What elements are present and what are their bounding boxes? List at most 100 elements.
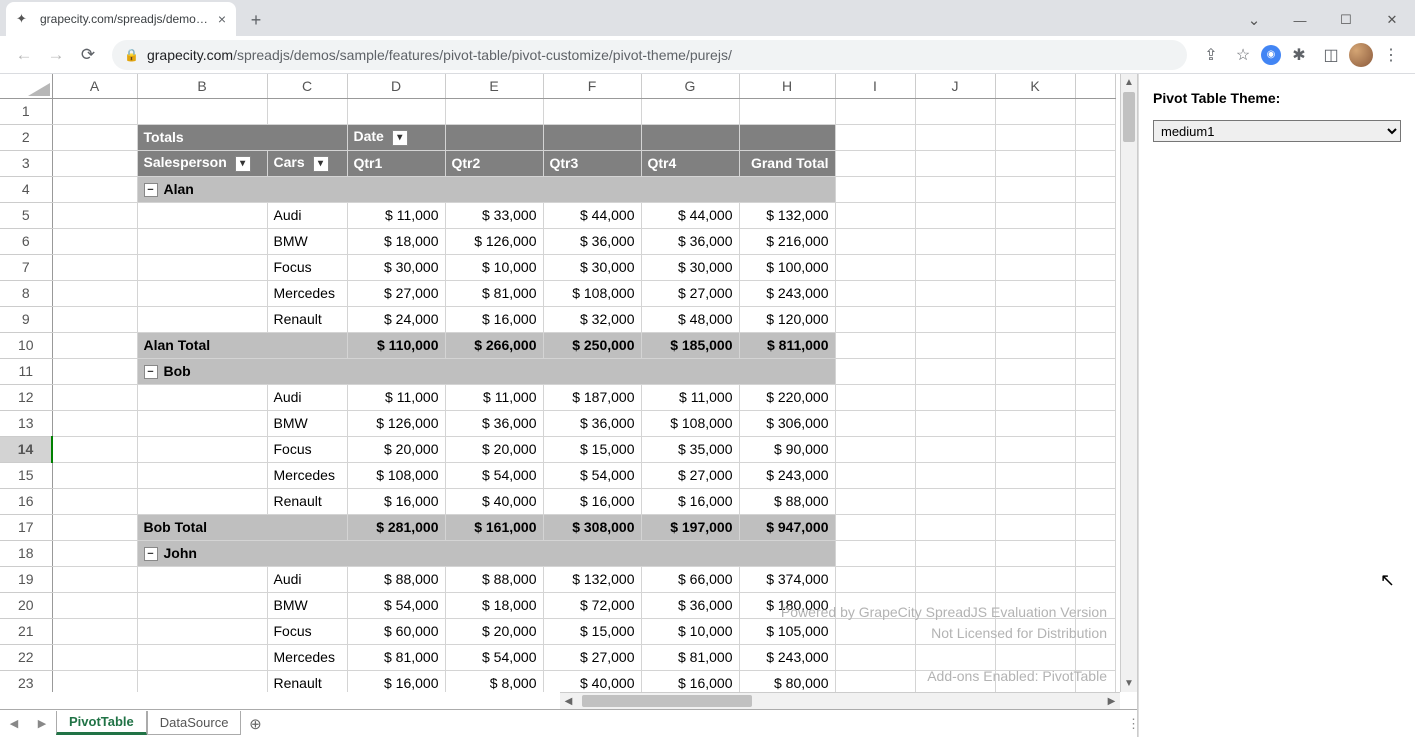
row-header-19[interactable]: 19 (0, 566, 52, 592)
cell-r19-c2[interactable] (137, 566, 267, 592)
col-header-K[interactable]: K (995, 74, 1075, 98)
cell-r9-c5[interactable]: $ 16,000 (445, 306, 543, 332)
cell-r8-c6[interactable]: $ 108,000 (543, 280, 641, 306)
cell-r6-c4[interactable]: $ 18,000 (347, 228, 445, 254)
cell-r15-c10[interactable] (915, 462, 995, 488)
cell-r12-c5[interactable]: $ 11,000 (445, 384, 543, 410)
cell-r8-c5[interactable]: $ 81,000 (445, 280, 543, 306)
cell-r8-c11[interactable] (995, 280, 1075, 306)
cell-r23-c9[interactable] (835, 670, 915, 692)
cell-r6-c12[interactable] (1075, 228, 1115, 254)
scroll-right-icon[interactable]: ▶ (1103, 693, 1120, 709)
cell-r9-c2[interactable] (137, 306, 267, 332)
cell-r2-c6[interactable] (543, 124, 641, 150)
cell-r4-c10[interactable] (915, 176, 995, 202)
cell-r15-c8[interactable]: $ 243,000 (739, 462, 835, 488)
cell-r5-c10[interactable] (915, 202, 995, 228)
scroll-thumb-h[interactable] (582, 695, 752, 707)
cell-r18-c1[interactable] (52, 540, 137, 566)
row-header-2[interactable]: 2 (0, 124, 52, 150)
cell-r13-c11[interactable] (995, 410, 1075, 436)
cell-r4-c2[interactable]: −Alan (137, 176, 835, 202)
cell-r5-c2[interactable] (137, 202, 267, 228)
row-header-17[interactable]: 17 (0, 514, 52, 540)
close-tab-icon[interactable]: × (218, 11, 226, 27)
cell-r7-c6[interactable]: $ 30,000 (543, 254, 641, 280)
row-header-4[interactable]: 4 (0, 176, 52, 202)
cell-r21-c7[interactable]: $ 10,000 (641, 618, 739, 644)
row-header-22[interactable]: 22 (0, 644, 52, 670)
chevron-down-icon[interactable]: ⌄ (1231, 4, 1277, 36)
col-header-A[interactable]: A (52, 74, 137, 98)
row-header-15[interactable]: 15 (0, 462, 52, 488)
cell-r16-c4[interactable]: $ 16,000 (347, 488, 445, 514)
row-header-3[interactable]: 3 (0, 150, 52, 176)
cell-r23-c2[interactable] (137, 670, 267, 692)
cell-r16-c5[interactable]: $ 40,000 (445, 488, 543, 514)
cell-r9-c7[interactable]: $ 48,000 (641, 306, 739, 332)
add-sheet-button[interactable]: ⊕ (241, 715, 269, 733)
cell-r6-c3[interactable]: BMW (267, 228, 347, 254)
tab-nav-prev[interactable]: ◀ (0, 717, 28, 730)
cell-r13-c2[interactable] (137, 410, 267, 436)
cell-r16-c12[interactable] (1075, 488, 1115, 514)
cell-r7-c9[interactable] (835, 254, 915, 280)
cell-r14-c12[interactable] (1075, 436, 1115, 462)
cell-r19-c7[interactable]: $ 66,000 (641, 566, 739, 592)
cell-r19-c8[interactable]: $ 374,000 (739, 566, 835, 592)
close-window-button[interactable]: ✕ (1369, 4, 1415, 36)
corner-cell[interactable] (0, 74, 52, 98)
cell-r23-c7[interactable]: $ 16,000 (641, 670, 739, 692)
cell-r4-c11[interactable] (995, 176, 1075, 202)
cell-r19-c3[interactable]: Audi (267, 566, 347, 592)
cell-r14-c10[interactable] (915, 436, 995, 462)
row-header-14[interactable]: 14 (0, 436, 52, 462)
cell-r7-c3[interactable]: Focus (267, 254, 347, 280)
cell-r14-c2[interactable] (137, 436, 267, 462)
cell-r22-c1[interactable] (52, 644, 137, 670)
col-header-extra[interactable] (1075, 74, 1115, 98)
cell-r2-c12[interactable] (1075, 124, 1115, 150)
cell-r22-c3[interactable]: Mercedes (267, 644, 347, 670)
cell-r8-c9[interactable] (835, 280, 915, 306)
cell-r3-c1[interactable] (52, 150, 137, 176)
row-header-20[interactable]: 20 (0, 592, 52, 618)
cell-r1-c12[interactable] (1075, 98, 1115, 124)
cell-r9-c1[interactable] (52, 306, 137, 332)
cell-r13-c5[interactable]: $ 36,000 (445, 410, 543, 436)
cell-r6-c9[interactable] (835, 228, 915, 254)
filter-dropdown-icon[interactable]: ▾ (392, 130, 408, 146)
cell-r6-c7[interactable]: $ 36,000 (641, 228, 739, 254)
cell-r10-c6[interactable]: $ 250,000 (543, 332, 641, 358)
cell-r10-c8[interactable]: $ 811,000 (739, 332, 835, 358)
cell-r17-c2[interactable]: Bob Total (137, 514, 347, 540)
tab-nav-next[interactable]: ▶ (28, 717, 56, 730)
row-header-8[interactable]: 8 (0, 280, 52, 306)
cell-r22-c10[interactable] (915, 644, 995, 670)
cell-r3-c11[interactable] (995, 150, 1075, 176)
cell-r23-c6[interactable]: $ 40,000 (543, 670, 641, 692)
cell-r16-c7[interactable]: $ 16,000 (641, 488, 739, 514)
cell-r5-c4[interactable]: $ 11,000 (347, 202, 445, 228)
cell-r11-c9[interactable] (835, 358, 915, 384)
cell-r7-c1[interactable] (52, 254, 137, 280)
cell-r6-c11[interactable] (995, 228, 1075, 254)
bookmark-icon[interactable]: ☆ (1229, 41, 1257, 69)
minimize-button[interactable]: — (1277, 4, 1323, 36)
cell-r21-c6[interactable]: $ 15,000 (543, 618, 641, 644)
horizontal-scrollbar[interactable]: ◀ ▶ (560, 692, 1120, 709)
cell-r2-c7[interactable] (641, 124, 739, 150)
cell-r12-c7[interactable]: $ 11,000 (641, 384, 739, 410)
cell-r10-c12[interactable] (1075, 332, 1115, 358)
cell-r22-c7[interactable]: $ 81,000 (641, 644, 739, 670)
cell-r5-c12[interactable] (1075, 202, 1115, 228)
cell-r3-c12[interactable] (1075, 150, 1115, 176)
cell-r15-c2[interactable] (137, 462, 267, 488)
cell-r1-c2[interactable] (137, 98, 267, 124)
cell-r11-c1[interactable] (52, 358, 137, 384)
cell-r2-c1[interactable] (52, 124, 137, 150)
cell-r10-c7[interactable]: $ 185,000 (641, 332, 739, 358)
cell-r3-c2[interactable]: Salesperson ▾ (137, 150, 267, 176)
cell-r13-c1[interactable] (52, 410, 137, 436)
cell-r22-c2[interactable] (137, 644, 267, 670)
